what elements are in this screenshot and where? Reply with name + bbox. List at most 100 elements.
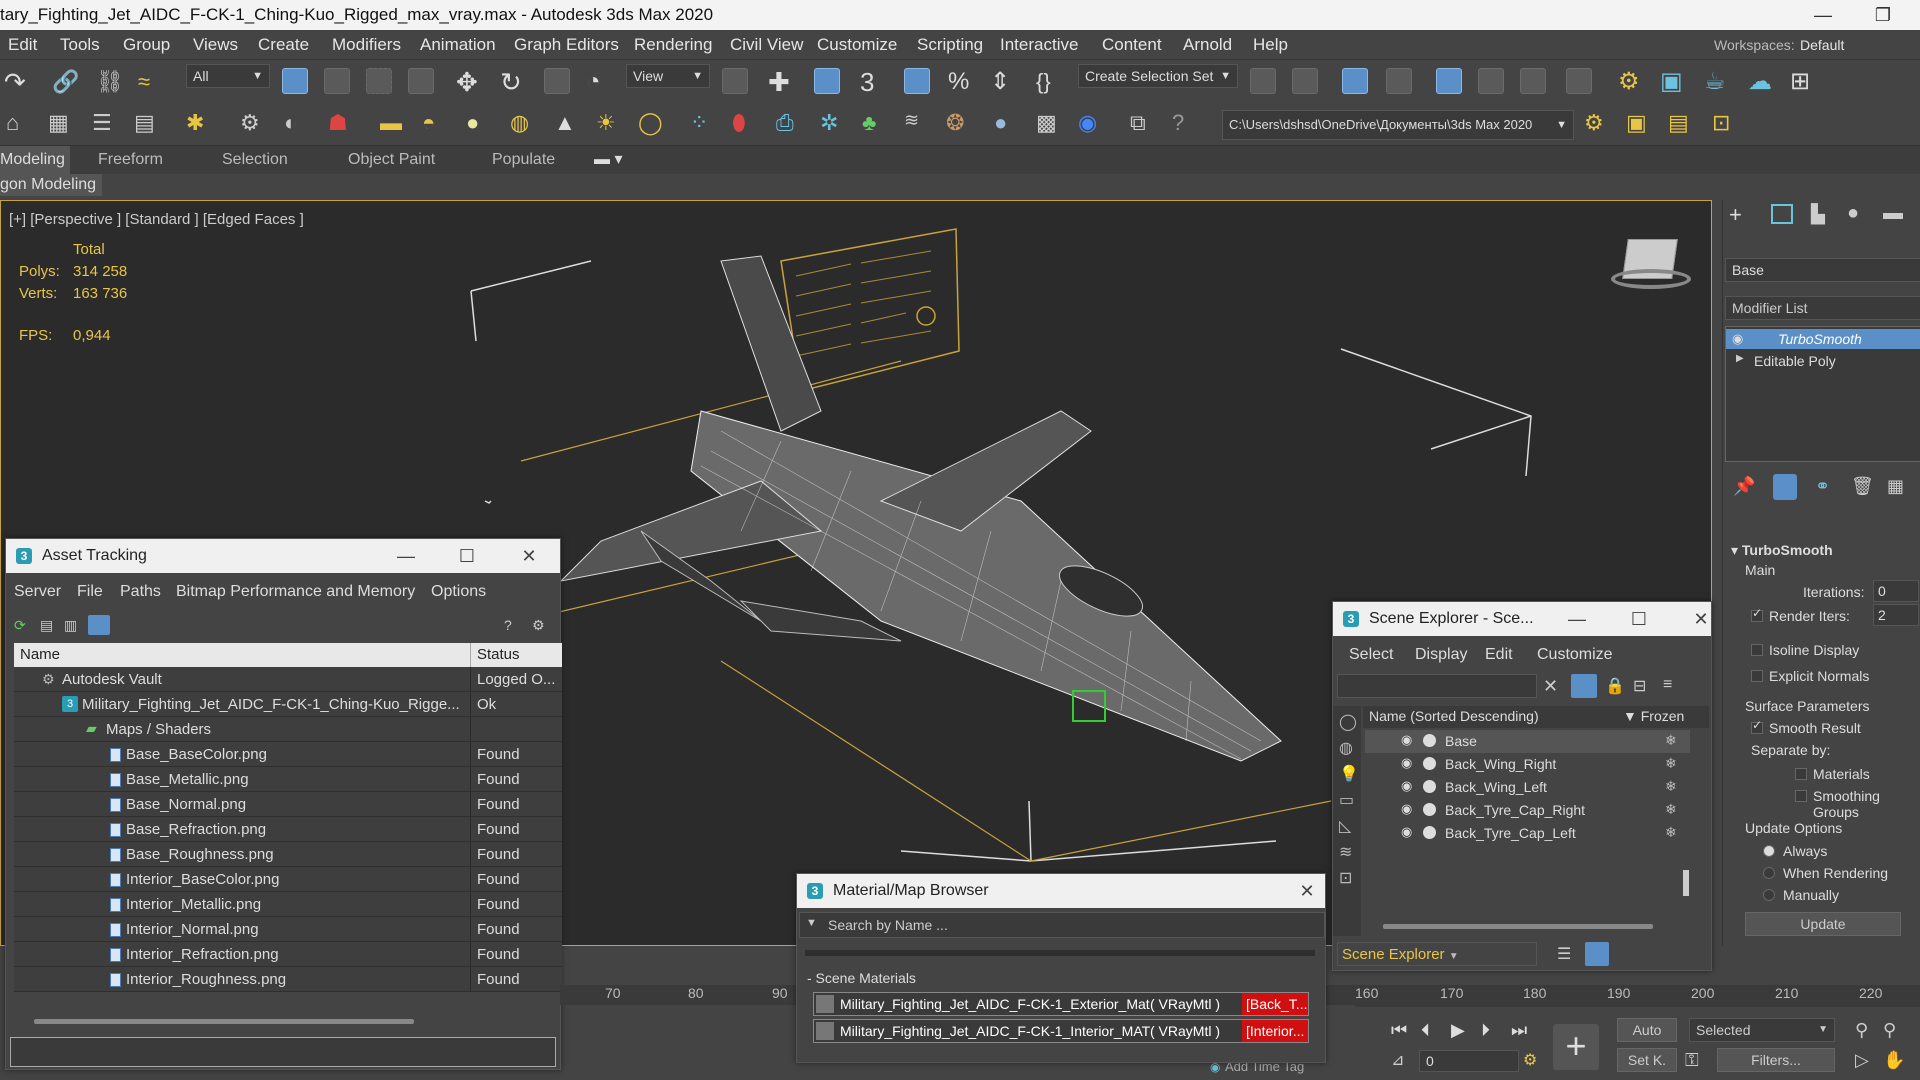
- zoom-all-icon[interactable]: ⚲: [1883, 1020, 1896, 1041]
- close-button[interactable]: ✕: [509, 539, 549, 573]
- table-row[interactable]: Interior_Normal.png Found: [14, 917, 562, 942]
- hierarchy-toggle-icon[interactable]: [1585, 942, 1609, 966]
- menu-tools[interactable]: Tools: [60, 30, 100, 60]
- detail-view-icon[interactable]: ▥: [64, 617, 77, 634]
- materials-checkbox[interactable]: [1795, 768, 1807, 780]
- clear-search-icon[interactable]: ✕: [1543, 676, 1558, 697]
- refresh-icon[interactable]: ⟳: [14, 617, 26, 634]
- pin-stack-icon[interactable]: 📌: [1733, 476, 1755, 497]
- key-mode-icon[interactable]: ⊿: [1391, 1050, 1404, 1070]
- horizontal-scrollbar[interactable]: [1383, 924, 1653, 929]
- menu-paths[interactable]: Paths: [120, 583, 161, 601]
- sphere-primitive-icon[interactable]: ●: [466, 110, 496, 140]
- scale-icon[interactable]: [544, 68, 570, 94]
- layer-explorer-icon[interactable]: [1386, 68, 1412, 94]
- selection-filter-dropdown[interactable]: All ▼: [186, 64, 270, 88]
- asset-tracking-titlebar[interactable]: 3 Asset Tracking — ☐ ✕: [6, 539, 560, 573]
- teapot-icon[interactable]: ☗: [328, 110, 358, 140]
- filters-button[interactable]: Filters...: [1717, 1048, 1835, 1072]
- reference-coordinate-dropdown[interactable]: View ▼: [626, 64, 710, 88]
- table-row[interactable]: Interior_Metallic.png Found: [14, 892, 562, 917]
- table-row[interactable]: Interior_BaseColor.png Found: [14, 867, 562, 892]
- go-to-end-icon[interactable]: ⏭: [1511, 1020, 1527, 1041]
- freeze-icon[interactable]: ❄: [1665, 778, 1677, 795]
- key-filters-icon[interactable]: ⚿: [1685, 1050, 1699, 1071]
- scene-explorer-toggle-icon[interactable]: [1342, 68, 1368, 94]
- display-tab-icon[interactable]: ▬: [1883, 202, 1903, 225]
- hierarchy-tab-icon[interactable]: ▙: [1811, 204, 1825, 225]
- maximize-button[interactable]: ❐: [1860, 0, 1906, 30]
- selection-set-dropdown[interactable]: Selected ▼: [1689, 1018, 1835, 1042]
- menu-select[interactable]: Select: [1349, 646, 1393, 664]
- align-icon[interactable]: [1292, 68, 1318, 94]
- explicit-normals-checkbox[interactable]: [1751, 670, 1763, 682]
- camera-icon[interactable]: ⎙: [776, 110, 806, 140]
- freeze-icon[interactable]: ❄: [1665, 732, 1677, 749]
- menu-help[interactable]: Help: [1253, 30, 1288, 60]
- table-row[interactable]: Base_Roughness.png Found: [14, 842, 562, 867]
- fur-icon[interactable]: ❂: [946, 110, 976, 140]
- project-path-dropdown[interactable]: C:\Users\dshsd\OneDrive\Документы\3ds Ma…: [1222, 110, 1574, 140]
- help-icon[interactable]: ?: [504, 617, 512, 633]
- configure-sets-icon[interactable]: ▦: [1887, 476, 1904, 497]
- current-frame-spinner[interactable]: 0: [1419, 1050, 1519, 1072]
- menu-civil-view[interactable]: Civil View: [730, 30, 803, 60]
- field-of-view-icon[interactable]: ▷: [1855, 1050, 1869, 1071]
- menu-edit[interactable]: Edit: [1485, 646, 1513, 664]
- make-unique-icon[interactable]: ⚭: [1815, 476, 1830, 497]
- tab-selection[interactable]: Selection: [222, 146, 288, 174]
- shader-icon[interactable]: ◉: [1078, 110, 1108, 140]
- redo-icon[interactable]: ↷: [4, 67, 34, 97]
- layers-toggle-icon[interactable]: ☰: [1557, 944, 1571, 964]
- explorer-dropdown[interactable]: Scene Explorer ▼: [1337, 942, 1537, 966]
- eye-icon[interactable]: ◉: [1732, 331, 1743, 347]
- copy-icon[interactable]: ⧉: [1130, 110, 1160, 140]
- scene-row[interactable]: ◉ Back_Tyre_Cap_Right ❄: [1365, 799, 1690, 822]
- table-row[interactable]: Interior_Roughness.png Found: [14, 967, 562, 992]
- tab-freeform[interactable]: Freeform: [98, 146, 163, 174]
- workspaces-dropdown[interactable]: Default: [1800, 30, 1844, 60]
- expand-arrow-icon[interactable]: ▶: [1736, 353, 1744, 364]
- table-row[interactable]: ▰ Maps / Shaders: [14, 717, 562, 742]
- menu-bitmap-performance[interactable]: Bitmap Performance and Memory: [176, 583, 415, 601]
- angle-snap-icon[interactable]: [904, 68, 930, 94]
- render-iters-spinner[interactable]: 2: [1873, 604, 1919, 626]
- snaps-toggle-icon[interactable]: 3: [860, 67, 890, 97]
- menu-options[interactable]: Options: [431, 583, 486, 601]
- link-icon[interactable]: 🔗: [52, 67, 82, 97]
- column-name[interactable]: Name (Sorted Descending): [1369, 708, 1539, 724]
- menu-customize[interactable]: Customize: [817, 30, 897, 60]
- set-key-button[interactable]: Set K.: [1617, 1048, 1677, 1072]
- plant-icon[interactable]: ♣: [862, 110, 892, 140]
- light-list-icon[interactable]: ✱: [186, 110, 216, 140]
- modifier-list-dropdown[interactable]: Modifier List: [1725, 296, 1920, 320]
- create-selection-set-dropdown[interactable]: Create Selection Set ▼: [1078, 64, 1238, 88]
- place-icon[interactable]: ◔: [586, 67, 616, 97]
- menu-edit[interactable]: Edit: [8, 30, 37, 60]
- scene-row[interactable]: ◉ Back_Wing_Right ❄: [1365, 753, 1690, 776]
- menu-modifiers[interactable]: Modifiers: [332, 30, 401, 60]
- table-row[interactable]: Base_Refraction.png Found: [14, 817, 562, 842]
- column-frozen[interactable]: ▼ Frozen: [1623, 708, 1684, 724]
- render-production-icon[interactable]: ☕: [1704, 67, 1734, 97]
- set-key-big-icon[interactable]: +: [1553, 1024, 1599, 1070]
- create-tab-icon[interactable]: +: [1729, 202, 1742, 228]
- geometry-icon[interactable]: ◍: [1339, 738, 1353, 758]
- menu-group[interactable]: Group: [123, 30, 170, 60]
- menu-rendering[interactable]: Rendering: [634, 30, 712, 60]
- menu-graph-editors[interactable]: Graph Editors: [514, 30, 619, 60]
- table-row[interactable]: Base_Normal.png Found: [14, 792, 562, 817]
- percent-snap-icon[interactable]: %: [948, 67, 978, 97]
- scene-materials-header[interactable]: - Scene Materials: [807, 970, 916, 986]
- maximize-button[interactable]: ☐: [447, 539, 487, 573]
- schematic-view-icon[interactable]: [1520, 68, 1546, 94]
- material-browser-titlebar[interactable]: 3 Material/Map Browser ✕: [797, 874, 1325, 908]
- move-icon[interactable]: ✥: [456, 67, 486, 97]
- scene-search-input[interactable]: [1337, 674, 1537, 698]
- capsule-icon[interactable]: ⬮: [732, 110, 762, 140]
- menu-scripting[interactable]: Scripting: [917, 30, 983, 60]
- freeze-icon[interactable]: ❄: [1665, 801, 1677, 818]
- iterations-spinner[interactable]: 0: [1873, 580, 1919, 602]
- select-manipulate-icon[interactable]: ✚: [768, 67, 798, 97]
- show-end-result-icon[interactable]: [1773, 474, 1797, 500]
